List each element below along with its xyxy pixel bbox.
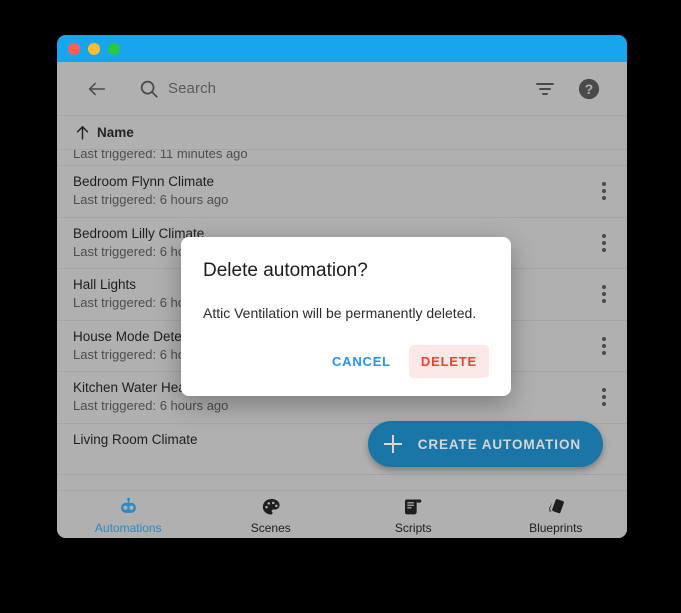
delete-automation-dialog: Delete automation? Attic Ventilation wil… (181, 237, 511, 396)
automation-title: Bedroom Flynn Climate (73, 174, 215, 189)
delete-button[interactable]: DELETE (408, 345, 489, 378)
create-automation-button[interactable]: CREATE AUTOMATION (367, 421, 603, 467)
help-circle-icon[interactable]: ? (578, 78, 600, 100)
nav-item-scripts[interactable]: Scripts (342, 491, 485, 538)
robot-icon (116, 496, 140, 518)
window-minimize-button[interactable] (88, 43, 100, 55)
arrow-up-icon (74, 124, 91, 141)
dialog-title: Delete automation? (203, 260, 368, 281)
automation-title: Living Room Climate (73, 431, 198, 447)
cancel-button[interactable]: CANCEL (320, 345, 403, 378)
nav-label-automations: Automations (94, 521, 162, 535)
more-vertical-icon[interactable] (602, 336, 606, 357)
nav-label-scenes: Scenes (250, 521, 291, 535)
scroll-icon (401, 496, 425, 518)
nav-label-scripts: Scripts (394, 521, 432, 535)
automation-row[interactable]: Last triggered: 11 minutes ago (57, 150, 627, 166)
more-vertical-icon[interactable] (602, 285, 606, 305)
app-body: Search ? Name Last triggered: 11 minutes… (57, 62, 627, 538)
automation-subtitle: Last triggered: 6 hours ago (73, 192, 229, 207)
plus-icon (382, 433, 404, 455)
more-vertical-icon[interactable] (602, 182, 606, 202)
nav-label-blueprints: Blueprints (529, 521, 583, 535)
search-icon[interactable] (138, 78, 160, 100)
nav-item-scenes[interactable]: Scenes (200, 491, 343, 538)
dialog-message: Attic Ventilation will be permanently de… (203, 305, 477, 321)
search-input[interactable]: Search (168, 78, 216, 100)
nav-item-blueprints[interactable]: Blueprints (485, 491, 628, 538)
palette-icon (259, 496, 283, 518)
arrow-left-icon[interactable] (86, 78, 108, 100)
automation-subtitle: Last triggered: 11 minutes ago (73, 150, 248, 161)
automation-title: Hall Lights (73, 277, 137, 292)
sort-header-label: Name (97, 125, 134, 140)
blueprint-cards-icon (544, 496, 568, 518)
automation-subtitle: Last triggered: 6 hours ago (73, 398, 229, 413)
more-vertical-icon[interactable] (602, 233, 606, 254)
sort-header[interactable]: Name (57, 116, 627, 150)
filter-icon[interactable] (535, 80, 555, 98)
app-window: Search ? Name Last triggered: 11 minutes… (57, 35, 627, 538)
dialog-actions: CANCEL DELETE (203, 345, 489, 384)
window-close-button[interactable] (68, 43, 80, 55)
svg-text:?: ? (585, 82, 593, 97)
bottom-navigation: Automations Scenes Scripts Blueprints (57, 490, 627, 538)
nav-item-automations[interactable]: Automations (57, 491, 200, 538)
window-titlebar (57, 35, 627, 62)
top-toolbar: Search ? (57, 62, 627, 116)
window-maximize-button[interactable] (108, 43, 120, 55)
automation-row[interactable]: Bedroom Flynn Climate Last triggered: 6 h… (57, 166, 627, 218)
more-vertical-icon[interactable] (602, 388, 606, 408)
create-automation-label: CREATE AUTOMATION (417, 436, 581, 452)
